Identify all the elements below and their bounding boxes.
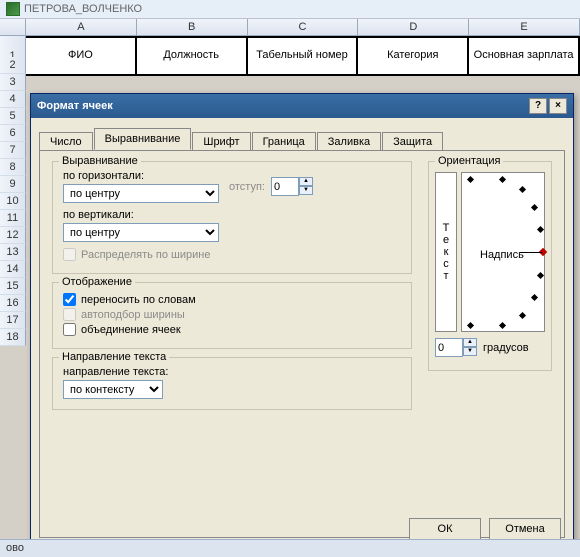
degrees-down[interactable]: ▼ (463, 347, 477, 356)
degrees-input[interactable] (435, 338, 463, 357)
direction-select[interactable]: по контексту (63, 380, 163, 399)
alignment-panel: Выравнивание по горизонтали: по центру о… (39, 150, 565, 538)
status-bar: ово (0, 539, 580, 557)
cell[interactable]: Категория (358, 36, 469, 76)
display-legend: Отображение (59, 276, 135, 288)
vertical-text-button[interactable]: Текст (435, 172, 457, 332)
shrink-checkbox (63, 308, 76, 321)
indent-down[interactable]: ▼ (299, 186, 313, 195)
col-header[interactable]: A (26, 19, 137, 35)
vertical-label: по вертикали: (63, 209, 401, 221)
row-header[interactable]: 11 (0, 210, 26, 227)
tab-font[interactable]: Шрифт (192, 132, 250, 151)
row-header[interactable]: 8 (0, 159, 26, 176)
spreadsheet-area: A B C D E 1 ФИО Должность Табельный номе… (0, 19, 580, 76)
shrink-label: автоподбор ширины (81, 309, 185, 321)
row-header[interactable]: 14 (0, 261, 26, 278)
row-header[interactable]: 16 (0, 295, 26, 312)
wrap-checkbox[interactable] (63, 293, 76, 306)
orientation-legend: Ориентация (435, 155, 503, 167)
tab-alignment[interactable]: Выравнивание (94, 128, 192, 150)
degrees-up[interactable]: ▲ (463, 338, 477, 347)
row-header[interactable]: 10 (0, 193, 26, 210)
row-header[interactable]: 5 (0, 108, 26, 125)
cell[interactable]: Должность (137, 36, 248, 76)
wrap-label: переносить по словам (81, 294, 196, 306)
workbook-name: ПЕТРОВА_ВОЛЧЕНКО (24, 3, 142, 15)
row-headers-column: 23456789101112131415161718 (0, 57, 26, 346)
help-button[interactable]: ? (529, 98, 547, 114)
row-header[interactable]: 12 (0, 227, 26, 244)
alignment-group: Выравнивание по горизонтали: по центру о… (52, 161, 412, 274)
cell[interactable]: ФИО (26, 36, 137, 76)
cell[interactable]: Табельный номер (248, 36, 359, 76)
tab-strip: Число Выравнивание Шрифт Граница Заливка… (39, 128, 565, 150)
orientation-dial[interactable]: Надпись (461, 172, 545, 332)
cell[interactable]: Основная зарплата (469, 36, 580, 76)
merge-label: объединение ячеек (81, 324, 181, 336)
horizontal-select[interactable]: по центру (63, 184, 219, 203)
indent-up[interactable]: ▲ (299, 177, 313, 186)
merge-checkbox[interactable] (63, 323, 76, 336)
format-cells-dialog: Формат ячеек ? × Число Выравнивание Шриф… (30, 93, 574, 551)
display-group: Отображение переносить по словам автопод… (52, 282, 412, 349)
direction-legend: Направление текста (59, 351, 169, 363)
row-header[interactable]: 2 (0, 57, 26, 74)
direction-label: направление текста: (63, 366, 401, 378)
tab-protection[interactable]: Защита (382, 132, 443, 151)
ok-button[interactable]: ОК (409, 518, 481, 540)
dial-label: Надпись (480, 249, 524, 261)
select-all-corner[interactable] (0, 19, 26, 35)
direction-group: Направление текста направление текста: п… (52, 357, 412, 410)
orientation-group: Ориентация Текст (428, 161, 552, 371)
cancel-button[interactable]: Отмена (489, 518, 561, 540)
degrees-label: градусов (483, 342, 529, 354)
row-header[interactable]: 13 (0, 244, 26, 261)
row-header[interactable]: 17 (0, 312, 26, 329)
row-header[interactable]: 18 (0, 329, 26, 346)
row-header[interactable]: 6 (0, 125, 26, 142)
row-header[interactable]: 4 (0, 91, 26, 108)
close-button[interactable]: × (549, 98, 567, 114)
column-headers: A B C D E (0, 19, 580, 36)
tab-border[interactable]: Граница (252, 132, 316, 151)
indent-label: отступ: (229, 181, 265, 193)
dialog-titlebar: Формат ячеек ? × (31, 94, 573, 118)
horizontal-label: по горизонтали: (63, 170, 219, 182)
col-header[interactable]: B (137, 19, 248, 35)
vertical-select[interactable]: по центру (63, 223, 219, 242)
alignment-legend: Выравнивание (59, 155, 141, 167)
excel-icon (6, 2, 20, 16)
row-header[interactable]: 3 (0, 74, 26, 91)
workbook-title-bar: ПЕТРОВА_ВОЛЧЕНКО (0, 0, 580, 19)
col-header[interactable]: D (358, 19, 469, 35)
row-header[interactable]: 15 (0, 278, 26, 295)
table-row: 1 ФИО Должность Табельный номер Категори… (0, 36, 580, 76)
tab-number[interactable]: Число (39, 132, 93, 151)
col-header[interactable]: C (248, 19, 359, 35)
row-header[interactable]: 9 (0, 176, 26, 193)
row-header[interactable]: 7 (0, 142, 26, 159)
col-header[interactable]: E (469, 19, 580, 35)
dialog-title: Формат ячеек (37, 100, 113, 112)
distribute-checkbox (63, 248, 76, 261)
indent-input[interactable] (271, 177, 299, 196)
tab-fill[interactable]: Заливка (317, 132, 381, 151)
distribute-label: Распределять по ширине (81, 249, 210, 261)
